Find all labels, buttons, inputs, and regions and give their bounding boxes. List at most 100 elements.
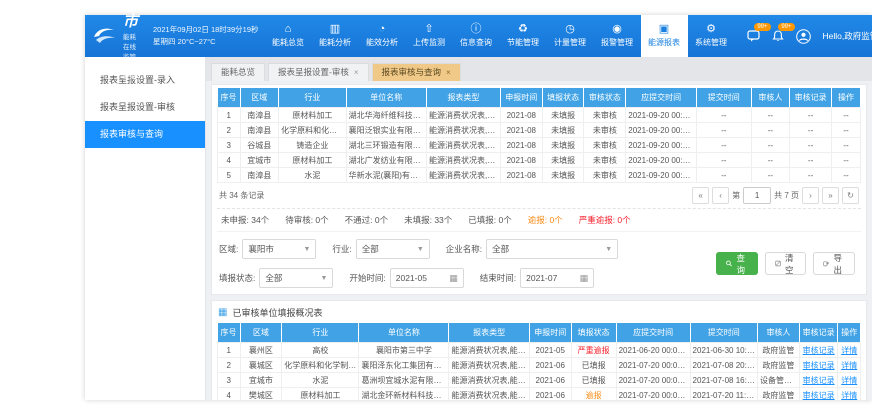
table-cell: 能源消费状况表,能效指标情...: [449, 373, 529, 388]
filter-select-区域[interactable]: 襄阳市▼: [242, 239, 316, 259]
table-cell: 能源消费状况表,能效指标情...: [449, 343, 529, 358]
table-cell: 未审核: [584, 168, 626, 183]
city-name: 襄阳市: [123, 0, 140, 31]
audit-record-link[interactable]: 审核记录: [803, 391, 835, 400]
weekday-weather: 星期四 20°C~27°C: [153, 36, 258, 48]
nav-item-信息查询[interactable]: ⓘ信息查询: [453, 15, 500, 57]
prev-page-button[interactable]: ‹: [712, 187, 729, 204]
sidebar-item[interactable]: 报表呈报设置-审核: [85, 94, 205, 121]
column-header-区域: 区域: [240, 88, 279, 108]
table-cell: 能源消费状况表,能效指标...: [426, 168, 500, 183]
sidebar-item[interactable]: 报表呈报设置-录入: [85, 67, 205, 94]
last-page-button[interactable]: »: [822, 187, 839, 204]
meter-icon: ◷: [565, 24, 575, 35]
chevron-down-icon: ▼: [303, 246, 310, 253]
next-page-button[interactable]: ›: [802, 187, 819, 204]
nav-item-label: 能源报表: [648, 37, 680, 48]
table-cell: 2021-06-30 10:00:33: [690, 343, 758, 358]
table-cell: 原材料加工: [279, 153, 347, 168]
filter-label: 开始时间:: [349, 272, 385, 284]
table-cell: --: [696, 168, 751, 183]
filter-date-开始时间[interactable]: 2021-05▦: [390, 268, 464, 288]
nav-item-上传监测[interactable]: ⇧上传监测: [406, 15, 453, 57]
filter-value: 全部: [362, 243, 379, 255]
search-button[interactable]: 查询: [716, 252, 758, 275]
table-cell: 审核记录: [799, 388, 838, 401]
export-button[interactable]: 导出: [813, 252, 855, 275]
notification-bell-icon[interactable]: 99+: [772, 30, 784, 42]
tab-报表审核与查询[interactable]: 报表审核与查询×: [372, 63, 461, 81]
table-cell: 已填报: [571, 373, 616, 388]
filter-select-行业[interactable]: 全部 ▼: [356, 239, 430, 259]
table-cell: 2021-06-20 00:00:00: [616, 343, 690, 358]
table-cell: 襄阳泛银实业有限公司: [346, 123, 426, 138]
report-icon: ▣: [659, 24, 669, 35]
detail-link[interactable]: 详情: [841, 361, 857, 370]
table-cell: 宜城市: [240, 153, 279, 168]
column-header-申报时间: 申报时间: [500, 88, 542, 108]
calendar-icon: ▦: [449, 273, 458, 284]
nav-item-能源报表[interactable]: ▣ 能源报表: [641, 15, 688, 57]
nav-item-能耗分析[interactable]: ▥能耗分析: [312, 15, 359, 57]
nav-item-系统管理[interactable]: ⚙系统管理: [688, 15, 735, 57]
filter-select-填报状态[interactable]: 全部▼: [259, 268, 333, 288]
table-cell: 逾报: [571, 388, 616, 401]
first-page-button[interactable]: «: [692, 187, 709, 204]
filter-value: 全部: [265, 272, 282, 284]
column-header-申报时间: 申报时间: [529, 323, 571, 343]
tab-能耗总览[interactable]: 能耗总览: [211, 63, 265, 81]
nav-item-报警管理[interactable]: ◉报警管理: [594, 15, 641, 57]
table-cell: 2021-05: [529, 343, 571, 358]
close-icon[interactable]: ×: [446, 68, 451, 77]
table-cell: 化学原料和化学制品制造业: [279, 123, 347, 138]
filter-date-结束时间[interactable]: 2021-07▦: [520, 268, 594, 288]
close-icon[interactable]: ×: [354, 68, 359, 77]
tab-报表呈报设置-审核[interactable]: 报表呈报设置-审核×: [268, 63, 369, 81]
column-header-单位名称: 单位名称: [346, 88, 426, 108]
chevron-down-icon: ▼: [417, 246, 424, 253]
table-cell: 未审核: [584, 138, 626, 153]
table-cell: 原材料加工: [282, 388, 359, 401]
top-nav: ⌂能耗总览▥能耗分析◔能效分析⇧上传监测ⓘ信息查询♻节能管理◷计量管理◉报警管理…: [265, 15, 735, 57]
detail-link[interactable]: 详情: [841, 346, 857, 355]
sidebar-item[interactable]: 报表审核与查询: [85, 121, 205, 148]
column-header-区域: 区域: [240, 323, 282, 343]
table-cell: 详情: [838, 373, 861, 388]
audit-record-link[interactable]: 审核记录: [803, 376, 835, 385]
table-cell: --: [751, 168, 790, 183]
table-cell: 襄城区: [240, 358, 282, 373]
user-avatar-icon[interactable]: [796, 29, 811, 44]
filter-行业: 行业:全部▼: [332, 239, 429, 259]
nav-item-label: 能耗分析: [319, 37, 351, 48]
detail-link[interactable]: 详情: [841, 376, 857, 385]
table-cell: 2021-09-20 00:00:00: [626, 138, 697, 153]
table-cell: 铸造企业: [279, 138, 347, 153]
page-number-input[interactable]: [743, 187, 771, 204]
filter-label: 区域:: [219, 243, 238, 255]
user-greeting[interactable]: Hello,政府监管: [823, 30, 872, 42]
table-cell: 2021-07-20 00:00:00: [616, 373, 690, 388]
info-icon: ⓘ: [471, 24, 482, 35]
audit-record-link[interactable]: 审核记录: [803, 346, 835, 355]
table-cell: 宜城市: [240, 373, 282, 388]
nav-item-能耗总览[interactable]: ⌂能耗总览: [265, 15, 312, 57]
nav-item-节能管理[interactable]: ♻节能管理: [500, 15, 547, 57]
table-cell: 已填报: [571, 358, 616, 373]
clear-button[interactable]: 清空: [765, 252, 807, 275]
refresh-icon[interactable]: ↻: [842, 187, 859, 204]
column-header-序号: 序号: [218, 323, 241, 343]
message-icon[interactable]: 99+: [747, 30, 760, 42]
leaf-icon: ♻: [518, 24, 528, 35]
filter-value: 2021-07: [526, 273, 557, 283]
table-cell: 樊城区: [240, 388, 282, 401]
table-cell: 2021-07-08 20:07:58: [690, 358, 758, 373]
table-cell: 2021-08: [500, 123, 542, 138]
audit-record-link[interactable]: 审核记录: [803, 361, 835, 370]
nav-item-计量管理[interactable]: ◷计量管理: [547, 15, 594, 57]
table-cell: --: [831, 138, 860, 153]
filter-select-企业名称[interactable]: 全部▼: [486, 239, 618, 259]
detail-link[interactable]: 详情: [841, 391, 857, 400]
table-cell: 2021-07-20 00:00:00: [616, 388, 690, 401]
nav-item-能效分析[interactable]: ◔能效分析: [359, 15, 406, 57]
table-cell: 2021-08: [500, 108, 542, 123]
